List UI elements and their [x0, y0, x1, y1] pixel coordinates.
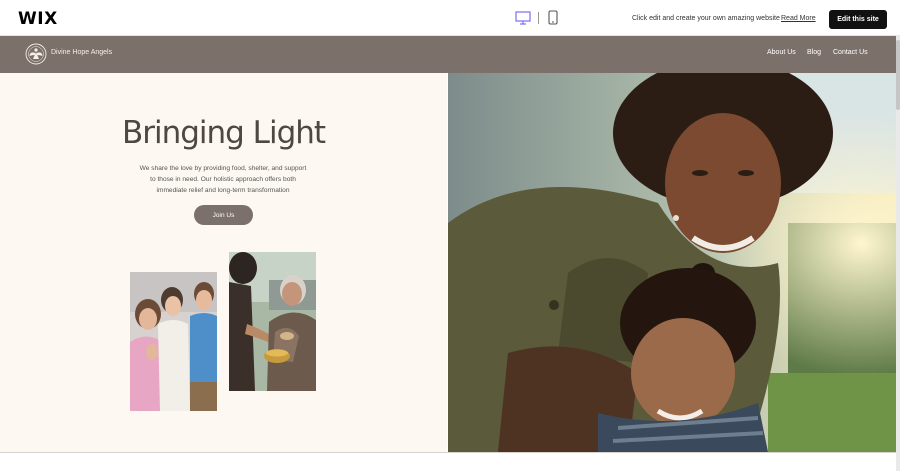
next-section-edge — [0, 452, 896, 471]
nav-about-us[interactable]: About Us — [767, 49, 796, 56]
editor-top-bar: WIX Click edit and create your own amazi… — [0, 0, 900, 36]
scrollbar-thumb[interactable] — [896, 40, 900, 110]
nav-blog[interactable]: Blog — [807, 49, 821, 56]
wix-logo[interactable]: WIX — [18, 9, 58, 29]
elder-receiving-food-photo — [229, 252, 316, 391]
nav-contact-us[interactable]: Contact Us — [833, 49, 868, 56]
site-header — [0, 36, 896, 73]
promo-text: Click edit and create your own amazing w… — [632, 15, 780, 22]
read-more-link[interactable]: Read More — [781, 15, 816, 22]
children-praying-photo — [130, 272, 217, 411]
device-separator — [538, 12, 539, 24]
site-name[interactable]: Divine Hope Angels — [51, 49, 112, 56]
mother-and-daughter-photo — [448, 73, 897, 452]
edit-site-button[interactable]: Edit this site — [829, 10, 887, 29]
desktop-icon[interactable] — [515, 11, 531, 25]
hero-description: We share the love by providing food, she… — [139, 165, 307, 194]
join-us-button[interactable]: Join Us — [194, 205, 253, 225]
hero-title: Bringing Light — [121, 115, 326, 151]
mobile-icon[interactable] — [548, 10, 558, 25]
angel-emblem-icon[interactable] — [25, 43, 47, 65]
